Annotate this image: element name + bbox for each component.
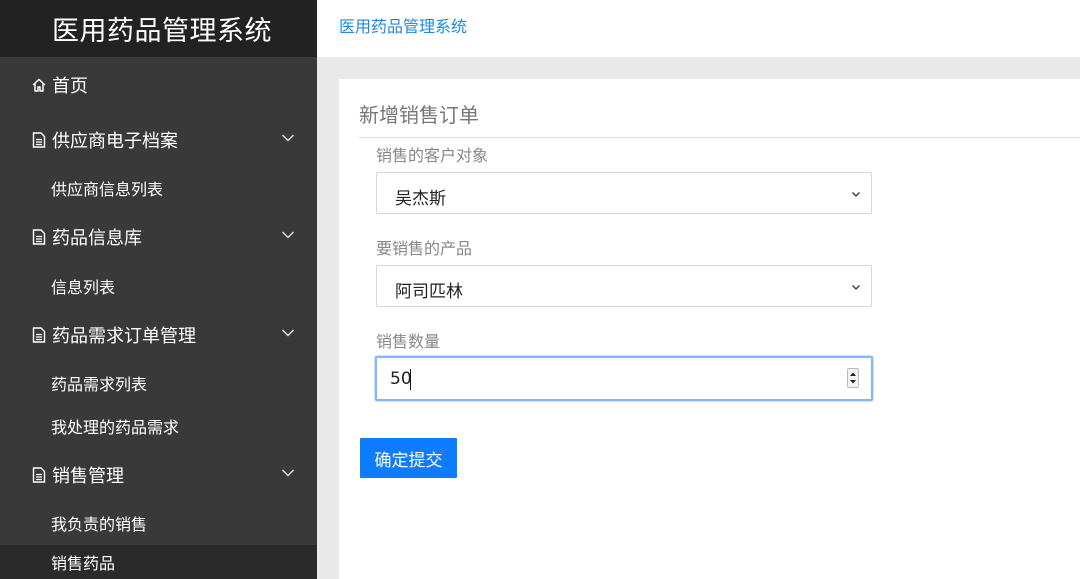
sidebar-item-my-sales[interactable]: 我负责的销售 bbox=[0, 501, 317, 545]
chevron-down-icon bbox=[281, 133, 295, 142]
quantity-label: 销售数量 bbox=[376, 332, 441, 351]
sidebar-item-supplier-archive[interactable]: 供应商电子档案 bbox=[0, 113, 317, 166]
chevron-down-icon bbox=[281, 231, 295, 239]
product-select-value: 阿司匹林 bbox=[395, 282, 463, 302]
sidebar-item-label: 我负责的销售 bbox=[51, 515, 148, 534]
home-icon bbox=[30, 76, 48, 94]
chevron-down-icon bbox=[852, 285, 860, 290]
quantity-input-value: 50 bbox=[390, 369, 412, 389]
sidebar-item-supplier-list[interactable]: 供应商信息列表 bbox=[0, 166, 317, 210]
sidebar: 医用药品管理系统 首页 供应商电子档案 供应商信息列表 药品信息库 信息列表 药… bbox=[0, 0, 317, 579]
divider bbox=[359, 137, 1080, 138]
top-header: 医用药品管理系统 bbox=[317, 0, 1080, 57]
sidebar-item-label: 供应商电子档案 bbox=[52, 130, 178, 152]
chevron-down-icon bbox=[852, 192, 860, 197]
app-title: 医用药品管理系统 bbox=[0, 0, 317, 57]
sidebar-item-label: 我处理的药品需求 bbox=[51, 418, 180, 437]
sidebar-item-demand-orders[interactable]: 药品需求订单管理 bbox=[0, 308, 317, 361]
sidebar-item-label: 药品信息库 bbox=[52, 228, 142, 249]
quantity-input[interactable]: 50 bbox=[375, 356, 873, 401]
sidebar-item-info-list[interactable]: 信息列表 bbox=[0, 264, 317, 308]
sidebar-item-sell-drugs[interactable]: 销售药品 bbox=[0, 545, 317, 579]
customer-label: 销售的客户对象 bbox=[376, 146, 489, 165]
sidebar-item-label: 供应商信息列表 bbox=[51, 180, 164, 199]
chevron-down-icon bbox=[281, 328, 295, 337]
page-title: 新增销售订单 bbox=[359, 103, 479, 127]
sidebar-item-drug-library[interactable]: 药品信息库 bbox=[0, 210, 317, 264]
sidebar-item-label: 销售药品 bbox=[51, 554, 116, 573]
customer-select[interactable]: 吴杰斯 bbox=[376, 172, 872, 214]
quantity-stepper[interactable] bbox=[847, 368, 859, 388]
product-select[interactable]: 阿司匹林 bbox=[376, 265, 872, 307]
submit-button[interactable]: 确定提交 bbox=[360, 438, 457, 478]
document-icon bbox=[30, 466, 48, 484]
sidebar-item-label: 首页 bbox=[52, 76, 88, 97]
document-icon bbox=[30, 326, 48, 344]
order-form-card: 新增销售订单 销售的客户对象 吴杰斯 要销售的产品 阿司匹林 销售数量 50 确… bbox=[339, 79, 1080, 579]
sidebar-item-my-demands[interactable]: 我处理的药品需求 bbox=[0, 404, 317, 448]
customer-select-value: 吴杰斯 bbox=[395, 189, 446, 209]
sidebar-item-label: 信息列表 bbox=[51, 278, 116, 297]
breadcrumb[interactable]: 医用药品管理系统 bbox=[339, 13, 467, 37]
sidebar-item-label: 药品需求订单管理 bbox=[52, 325, 196, 347]
sidebar-item-label: 销售管理 bbox=[52, 465, 124, 487]
document-icon bbox=[30, 131, 48, 149]
sidebar-item-label: 药品需求列表 bbox=[51, 374, 148, 394]
product-label: 要销售的产品 bbox=[376, 239, 473, 258]
text-cursor bbox=[410, 369, 411, 390]
sidebar-item-sales-management[interactable]: 销售管理 bbox=[0, 448, 317, 501]
sidebar-item-demand-list[interactable]: 药品需求列表 bbox=[0, 361, 317, 404]
chevron-down-icon bbox=[281, 468, 295, 477]
document-icon bbox=[30, 228, 48, 246]
sidebar-item-home[interactable]: 首页 bbox=[0, 57, 317, 113]
